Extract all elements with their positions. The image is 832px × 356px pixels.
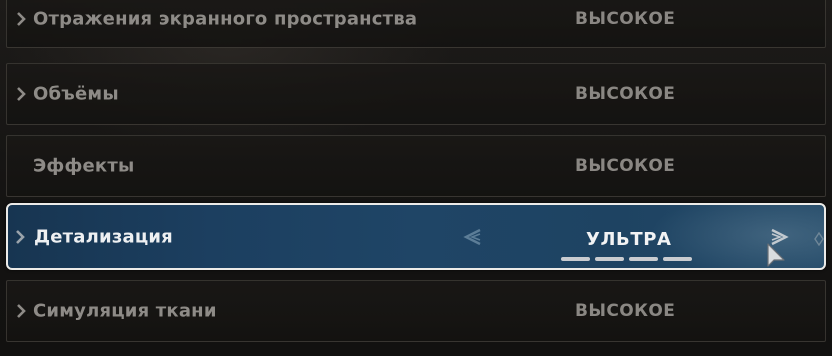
- setting-value: ВЫСОКОЕ: [575, 301, 676, 321]
- setting-value: ВЫСОКОЕ: [575, 156, 676, 176]
- setting-row-cloth-simulation[interactable]: Симуляция ткани ВЫСОКОЕ: [6, 280, 826, 342]
- level-step: [663, 257, 692, 261]
- caret-right-icon: [17, 87, 26, 101]
- setting-row-detail[interactable]: Детализация УЛЬТРА: [6, 203, 826, 270]
- setting-label: Отражения экранного пространства: [33, 8, 418, 29]
- setting-label: Эффекты: [33, 155, 135, 177]
- setting-value: ВЫСОКОЕ: [575, 8, 676, 29]
- setting-label: Симуляция ткани: [33, 300, 217, 322]
- caret-right-icon: [17, 11, 26, 26]
- level-step: [561, 257, 590, 261]
- level-step: [629, 257, 658, 261]
- setting-value: УЛЬТРА: [586, 229, 672, 250]
- setting-row-effects[interactable]: Эффекты ВЫСОКОЕ: [6, 135, 826, 197]
- caret-right-icon: [17, 304, 26, 318]
- setting-label: Объёмы: [33, 83, 119, 105]
- setting-row-screen-space-reflections[interactable]: Отражения экранного пространства ВЫСОКОЕ: [6, 0, 826, 48]
- arrow-left-icon[interactable]: [461, 227, 483, 247]
- level-indicator: [561, 257, 692, 261]
- caret-right-icon: [16, 229, 25, 244]
- setting-row-volumes[interactable]: Объёмы ВЫСОКОЕ: [6, 63, 826, 125]
- setting-label: Детализация: [34, 226, 173, 247]
- diamond-icon: [814, 232, 824, 246]
- setting-value: ВЫСОКОЕ: [575, 84, 676, 104]
- mouse-cursor-icon: [767, 243, 785, 267]
- level-step: [595, 257, 624, 261]
